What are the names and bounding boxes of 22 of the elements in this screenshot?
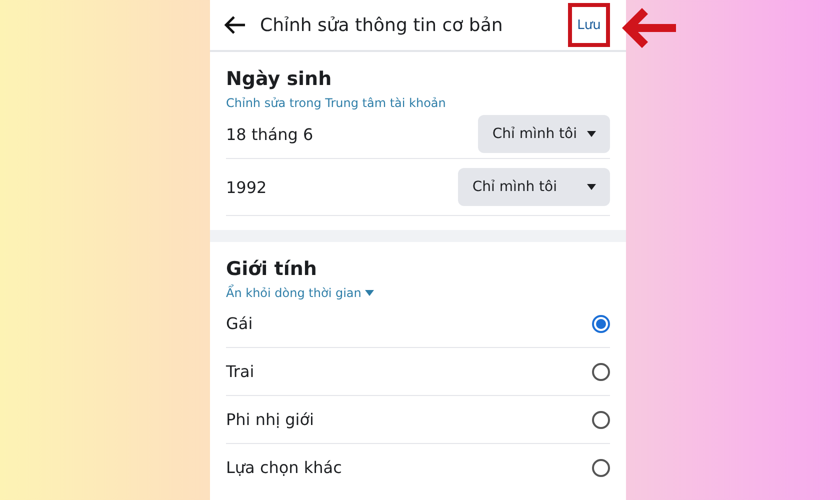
caret-icon — [587, 131, 596, 137]
gender-option: Trai — [226, 362, 254, 381]
save-button[interactable]: Lưu — [568, 3, 610, 47]
birthday-value: 18 tháng 6 — [226, 124, 314, 144]
birthday-value: 1992 — [226, 178, 267, 196]
audience-dropdown[interactable]: Chỉ mình tôi — [458, 168, 610, 206]
caret-icon — [365, 290, 374, 296]
caret-icon — [587, 184, 596, 190]
audience-dropdown[interactable]: Chỉ mình tôi — [478, 115, 610, 153]
radio-button[interactable] — [592, 362, 610, 380]
radio-button[interactable] — [592, 410, 610, 428]
section-title: Giới tính — [226, 258, 318, 280]
radio-button[interactable] — [592, 458, 610, 476]
gender-option: Lựa chọn khác — [226, 458, 342, 477]
gender-option: Phi nhị giới — [226, 410, 314, 429]
gender-option: Gái — [226, 314, 253, 333]
page-title: Chỉnh sửa thông tin cơ bản — [260, 14, 504, 36]
account-center-link[interactable]: Chỉnh sửa trong Trung tâm tài khoản — [226, 96, 610, 110]
radio-button[interactable] — [592, 314, 610, 332]
back-arrow-icon[interactable] — [224, 16, 246, 34]
section-title: Ngày sinh — [226, 68, 333, 90]
visibility-dropdown[interactable]: Ẩn khỏi dòng thời gian — [226, 286, 610, 300]
